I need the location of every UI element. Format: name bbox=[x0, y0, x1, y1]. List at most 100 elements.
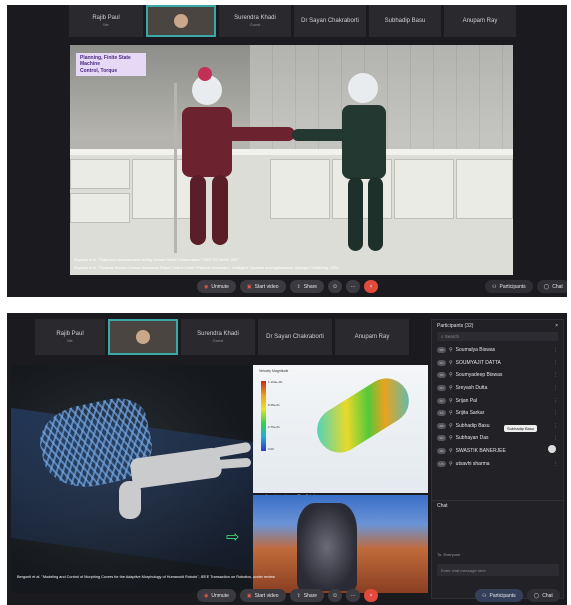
start-video-button[interactable]: ▣ Start video bbox=[239, 589, 286, 602]
smiley-icon: ☺ bbox=[332, 283, 339, 290]
more-icon[interactable]: ⋮ bbox=[553, 360, 558, 366]
participants-label: Participants bbox=[489, 592, 516, 599]
start-video-button[interactable]: ▣ Start video bbox=[239, 280, 286, 293]
robot-hair-left bbox=[198, 67, 212, 81]
mic-icon: ⚲ bbox=[449, 385, 453, 392]
unmute-label: Unmute bbox=[211, 283, 229, 290]
participant-row[interactable]: SB ⚲ Soumyadeep Biswas ⋮ bbox=[432, 369, 563, 382]
chat-label: Chat bbox=[542, 592, 553, 599]
participants-button[interactable]: ⚇ Participants bbox=[475, 589, 523, 602]
participant-name: Subhadip Basu bbox=[455, 422, 490, 429]
share-button[interactable]: ⇪ Share bbox=[289, 280, 325, 293]
robot-leg-left bbox=[190, 175, 206, 245]
avatar: SD bbox=[437, 385, 446, 392]
participant-tile[interactable]: Dr Sayan Chakraborti bbox=[258, 319, 332, 355]
participant-name: Soumalya Biswas bbox=[455, 347, 496, 354]
participant-row[interactable]: SB ⚲ Subhadip Basu ⋮ bbox=[432, 420, 563, 433]
start-video-label: Start video bbox=[254, 592, 279, 599]
robot-leg-left bbox=[212, 175, 228, 245]
start-video-label: Start video bbox=[254, 283, 279, 290]
end-call-button[interactable]: × bbox=[364, 280, 379, 293]
transformer-robot bbox=[297, 503, 357, 591]
robot-arm-right bbox=[292, 129, 348, 141]
participant-name: Surendra Khadi bbox=[234, 15, 276, 21]
more-icon[interactable]: ⋮ bbox=[553, 385, 558, 391]
participant-tile[interactable]: Rajib Paul Me bbox=[35, 319, 105, 355]
reactions-button[interactable]: ☺ bbox=[328, 280, 343, 293]
more-icon[interactable]: ⋮ bbox=[553, 435, 558, 441]
video-off-icon: ▣ bbox=[246, 592, 252, 599]
participant-name: Srijita Sarkar bbox=[455, 410, 485, 417]
participant-role: Guest bbox=[249, 22, 261, 27]
mic-icon: ⚲ bbox=[449, 460, 453, 467]
panel-controls: ⚇ Participants ◯ Chat bbox=[485, 280, 567, 293]
more-icon[interactable]: ⋮ bbox=[553, 461, 558, 467]
meeting-controls: ◉ Unmute ▣ Start video ⇪ Share ☺ ··· × bbox=[197, 589, 379, 602]
smiley-icon: ☺ bbox=[332, 592, 339, 599]
more-icon[interactable]: ⋮ bbox=[553, 398, 558, 404]
participant-tile[interactable]: Subhadip Basu bbox=[369, 5, 441, 37]
participant-tile[interactable]: Surendra Khadi Guest bbox=[181, 319, 255, 355]
participant-tile[interactable]: Anupam Ray bbox=[444, 5, 516, 37]
participants-button[interactable]: ⚇ Participants bbox=[485, 280, 533, 293]
share-button[interactable]: ⇪ Share bbox=[289, 589, 325, 602]
participant-row[interactable]: SD ⚲ SOUMYAJIT DATTA ⋮ bbox=[432, 357, 563, 370]
more-icon[interactable]: ⋮ bbox=[553, 410, 558, 416]
panel-controls: ⚇ Participants ◯ Chat bbox=[475, 589, 560, 602]
participant-row[interactable]: SB ⚲ SWASTIK BANERJEE ⋮ bbox=[432, 445, 563, 458]
participant-tile-video[interactable] bbox=[108, 319, 178, 355]
participant-strip: Rajib Paul Me Surendra Khadi Guest Dr Sa… bbox=[35, 319, 409, 355]
cfd-legend-min: 0.00 bbox=[268, 447, 274, 451]
participant-name: Srijan Pal bbox=[455, 397, 478, 404]
participant-row[interactable]: SD ⚲ Subhayan Das ⋮ bbox=[432, 432, 563, 445]
participant-name: Soumyadeep Biswas bbox=[455, 372, 503, 379]
more-icon[interactable]: ⋮ bbox=[553, 423, 558, 429]
participant-tile[interactable]: Rajib Paul Me bbox=[69, 5, 143, 37]
annotation-text: Planning, Finite State Machine Control, … bbox=[80, 55, 131, 74]
chat-recipient[interactable]: To: Everyone bbox=[437, 552, 460, 557]
more-button[interactable]: ··· bbox=[346, 280, 361, 293]
participant-tile[interactable]: Surendra Khadi Guest bbox=[219, 5, 291, 37]
end-call-button[interactable]: × bbox=[364, 589, 379, 602]
mic-icon: ⚲ bbox=[449, 372, 453, 379]
chat-button[interactable]: ◯ Chat bbox=[526, 589, 560, 602]
participant-tile[interactable]: Dr Sayan Chakraborti bbox=[294, 5, 366, 37]
chat-button[interactable]: ◯ Chat bbox=[536, 280, 567, 293]
more-icon[interactable]: ⋮ bbox=[553, 372, 558, 378]
unmute-button[interactable]: ◉ Unmute bbox=[197, 280, 236, 293]
transformer-image bbox=[253, 495, 428, 593]
unmute-button[interactable]: ◉ Unmute bbox=[197, 589, 236, 602]
meeting-screen-bottom: Rajib Paul Me Surendra Khadi Guest Dr Sa… bbox=[7, 313, 567, 605]
reactions-button[interactable]: ☺ bbox=[328, 589, 343, 602]
unmute-label: Unmute bbox=[211, 592, 229, 599]
participant-name: SOUMYAJIT DATTA bbox=[455, 359, 501, 366]
participants-label: Participants bbox=[499, 283, 526, 290]
avatar: SB bbox=[437, 347, 446, 354]
drawer bbox=[456, 159, 513, 219]
toggle-icon[interactable] bbox=[548, 445, 556, 453]
share-label: Share bbox=[303, 592, 318, 599]
avatar: SB bbox=[437, 372, 446, 379]
participant-name: Sreyash Dutta bbox=[455, 385, 488, 392]
robot-arm-left bbox=[225, 127, 295, 141]
chat-input[interactable]: Enter chat message here bbox=[437, 564, 559, 576]
citation-line: Bergonti et al. "Modeling and Control of… bbox=[17, 575, 275, 579]
more-icon[interactable]: ⋮ bbox=[553, 347, 558, 353]
participants-header: Participants (32) × bbox=[432, 320, 563, 332]
close-icon[interactable]: × bbox=[555, 323, 558, 329]
participant-tile-video[interactable] bbox=[146, 5, 216, 37]
participant-name: Anupam Ray bbox=[354, 334, 390, 340]
avatar: SS bbox=[437, 410, 446, 417]
chat-label: Chat bbox=[552, 283, 563, 290]
participant-search-input[interactable]: ⌕ Search bbox=[437, 332, 558, 341]
chat-header: Chat bbox=[432, 500, 563, 511]
participant-row[interactable]: SD ⚲ Sreyash Dutta ⋮ bbox=[432, 382, 563, 395]
participant-row[interactable]: SB ⚲ Soumalya Biswas ⋮ bbox=[432, 344, 563, 357]
participant-row[interactable]: SS ⚲ Srijita Sarkar ⋮ bbox=[432, 407, 563, 420]
participants-panel: Participants (32) × ⌕ Search SB ⚲ Soumal… bbox=[431, 319, 564, 599]
more-button[interactable]: ··· bbox=[346, 589, 361, 602]
participant-tile[interactable]: Anupam Ray bbox=[335, 319, 409, 355]
participant-name: Dr Sayan Chakraborti bbox=[266, 334, 324, 340]
participant-row[interactable]: SP ⚲ Srijan Pal ⋮ bbox=[432, 394, 563, 407]
participant-row[interactable]: US ⚲ utsavhi sharma ⋮ bbox=[432, 457, 563, 470]
